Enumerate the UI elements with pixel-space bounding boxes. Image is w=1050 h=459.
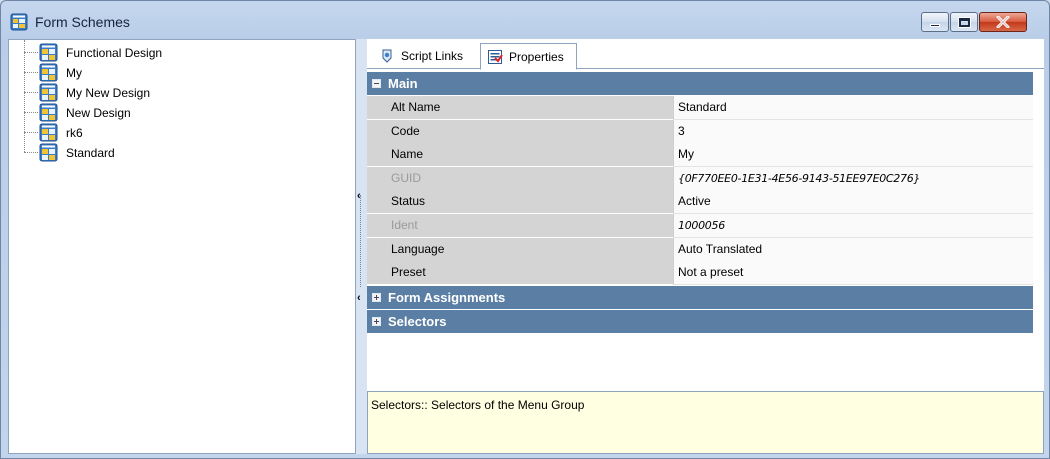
expand-icon[interactable] bbox=[372, 293, 381, 302]
section-label: Selectors bbox=[388, 314, 447, 329]
form-scheme-icon bbox=[39, 43, 58, 62]
form-schemes-window: Form Schemes Functional Design My My New D… bbox=[0, 0, 1050, 459]
close-icon bbox=[996, 16, 1010, 28]
property-name: Preset bbox=[367, 261, 673, 286]
property-row[interactable]: Code 3 bbox=[367, 119, 1033, 144]
tree-connector bbox=[24, 52, 38, 53]
tree-item[interactable]: Standard bbox=[9, 143, 349, 163]
property-row[interactable]: Status Active bbox=[367, 190, 1033, 215]
tree-item-label: Functional Design bbox=[66, 46, 163, 60]
tree-item-label: New Design bbox=[66, 106, 131, 120]
tab-label: Script Links bbox=[401, 49, 464, 63]
tree-item-label: rk6 bbox=[66, 126, 83, 140]
tree-item-label: My bbox=[66, 66, 82, 80]
minimize-icon bbox=[930, 23, 940, 27]
property-description: Selectors:: Selectors of the Menu Group bbox=[367, 391, 1044, 454]
section-selectors[interactable]: Selectors bbox=[367, 310, 1033, 333]
property-value[interactable]: {0F770EE0-1E31-4E56-9143-51EE97E0C276} bbox=[673, 166, 1033, 191]
title-bar[interactable]: Form Schemes bbox=[1, 1, 1049, 39]
section-form-assignments[interactable]: Form Assignments bbox=[367, 286, 1033, 309]
pane-splitter[interactable]: ‹ ‹ bbox=[356, 39, 366, 454]
property-name: Ident bbox=[367, 214, 673, 238]
property-value[interactable]: 1000056 bbox=[673, 214, 1033, 238]
property-value[interactable]: Auto Translated bbox=[673, 237, 1033, 262]
tab-strip: Script Links Properties bbox=[367, 39, 1044, 70]
property-row[interactable]: Name My bbox=[367, 143, 1033, 168]
tab-script-links[interactable]: Script Links bbox=[373, 43, 483, 69]
section-label: Form Assignments bbox=[388, 290, 506, 305]
tree-item[interactable]: My bbox=[9, 63, 349, 83]
tree-item[interactable]: Functional Design bbox=[9, 43, 349, 63]
form-scheme-icon bbox=[39, 63, 58, 82]
property-row[interactable]: Ident 1000056 bbox=[367, 214, 1033, 238]
tree-connector bbox=[24, 112, 38, 113]
property-value[interactable]: Standard bbox=[673, 96, 1033, 120]
tree-item[interactable]: New Design bbox=[9, 103, 349, 123]
property-row[interactable]: Language Auto Translated bbox=[367, 237, 1033, 262]
property-row[interactable]: GUID {0F770EE0-1E31-4E56-9143-51EE97E0C27… bbox=[367, 166, 1033, 191]
form-scheme-icon bbox=[10, 13, 28, 31]
expand-icon[interactable] bbox=[372, 317, 381, 326]
description-text: Selectors:: Selectors of the Menu Group bbox=[371, 398, 585, 412]
tree-connector bbox=[24, 132, 38, 133]
section-main[interactable]: Main bbox=[367, 72, 1033, 95]
tree-item-label: Standard bbox=[66, 146, 115, 160]
property-value[interactable]: Not a preset bbox=[673, 261, 1033, 286]
property-value[interactable]: Active bbox=[673, 190, 1033, 215]
property-name: GUID bbox=[367, 166, 673, 191]
property-row[interactable]: Preset Not a preset bbox=[367, 261, 1033, 286]
script-links-icon bbox=[382, 49, 392, 63]
window-title: Form Schemes bbox=[35, 14, 130, 30]
client-area: Functional Design My My New Design New Desi… bbox=[8, 39, 1044, 454]
tree-connector bbox=[24, 152, 38, 153]
property-value[interactable]: My bbox=[673, 143, 1033, 168]
property-name: Alt Name bbox=[367, 96, 673, 120]
property-name: Language bbox=[367, 237, 673, 262]
property-name: Status bbox=[367, 190, 673, 215]
form-scheme-icon bbox=[39, 123, 58, 142]
properties-icon bbox=[488, 49, 503, 64]
form-scheme-icon bbox=[39, 143, 58, 162]
tree-connector bbox=[24, 92, 38, 93]
tree-item[interactable]: My New Design bbox=[9, 83, 349, 103]
property-row[interactable]: Alt Name Standard bbox=[367, 96, 1033, 120]
collapse-left-arrow-icon[interactable]: ‹ bbox=[357, 293, 361, 304]
property-name: Code bbox=[367, 119, 673, 144]
details-pane: Script Links Properties Main Alt Name St… bbox=[367, 39, 1044, 454]
scheme-tree[interactable]: Functional Design My My New Design New Desi… bbox=[8, 39, 356, 454]
tree-item[interactable]: rk6 bbox=[9, 123, 349, 143]
tree-connector bbox=[24, 72, 38, 73]
property-value[interactable]: 3 bbox=[673, 119, 1033, 144]
property-name: Name bbox=[367, 143, 673, 168]
maximize-icon bbox=[957, 16, 971, 28]
minimize-button[interactable] bbox=[921, 12, 949, 32]
form-scheme-icon bbox=[39, 83, 58, 102]
maximize-button[interactable] bbox=[950, 12, 978, 32]
collapse-icon[interactable] bbox=[372, 79, 381, 88]
splitter-grip bbox=[360, 195, 361, 287]
tree-item-label: My New Design bbox=[66, 86, 151, 100]
tab-label: Properties bbox=[509, 49, 564, 64]
form-scheme-icon bbox=[39, 103, 58, 122]
close-button[interactable] bbox=[979, 12, 1027, 32]
tab-properties[interactable]: Properties bbox=[480, 43, 577, 70]
section-label: Main bbox=[388, 76, 418, 91]
